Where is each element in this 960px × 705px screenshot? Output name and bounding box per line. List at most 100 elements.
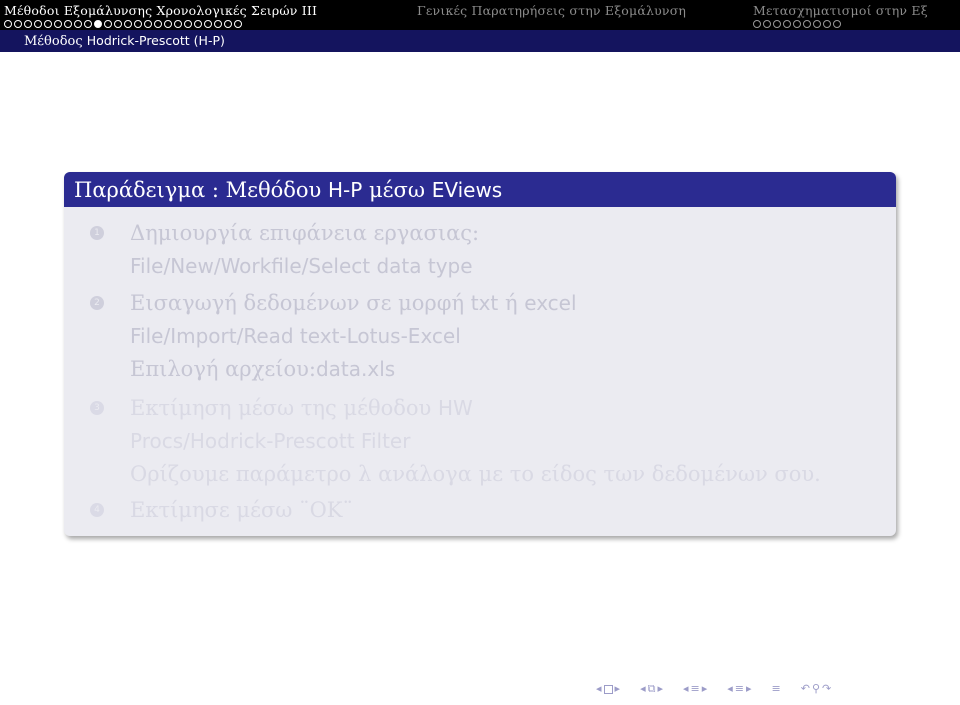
line-text-sans: txt [470, 291, 499, 315]
line-text-sans: excel [524, 291, 577, 315]
next-frame-icon[interactable]: ▸ [657, 682, 663, 696]
forward-icon[interactable]: ↷ [822, 682, 831, 696]
item-text: Εκτίμηση μέσω της μέθοδου HW Procs/Hodri… [130, 392, 821, 491]
prev-subsection-icon[interactable]: ◂ [683, 682, 689, 696]
item-line: Επιλογή αρχείου:data.xls [130, 353, 577, 386]
item-number-badge: 1 [90, 226, 104, 240]
section-link-general-remarks[interactable]: Γενικές Παρατηρήσεις στην Εξομάλυνση [417, 3, 686, 18]
frame-dots-section-3 [753, 18, 841, 30]
frame-dot[interactable] [64, 20, 72, 28]
frame-dot[interactable] [74, 20, 82, 28]
section-icon[interactable]: ≡ [735, 682, 744, 696]
frame-dot[interactable] [823, 20, 831, 28]
frame-dot[interactable] [54, 20, 62, 28]
subsection-icon[interactable]: ≡ [691, 682, 700, 696]
block-title-part3: μέσω [369, 178, 426, 202]
item-number-badge: 2 [90, 296, 104, 310]
frame-dot[interactable] [144, 20, 152, 28]
frame-dot[interactable] [214, 20, 222, 28]
item-line: Εκτίμησε μέσω ¨ΟΚ¨ [130, 494, 353, 527]
block-title: Παράδειγμα : Μεθόδου H-P μέσω EViews [64, 172, 896, 207]
slide-icon[interactable] [603, 684, 613, 694]
document-icon[interactable]: ≡ [772, 682, 781, 696]
item-text: Δημιουργία επιφάνεια εργασιας: File/New/… [130, 217, 479, 283]
line-text: Επιλογή αρχείου: [130, 357, 316, 381]
item-line: Δημιουργία επιφάνεια εργασιας: [130, 217, 479, 250]
frame-dot-current[interactable] [94, 20, 102, 28]
frame-dot[interactable] [14, 20, 22, 28]
frame-dot[interactable] [134, 20, 142, 28]
prev-section-icon[interactable]: ◂ [727, 682, 733, 696]
item-text: Εισαγωγή δεδομένων σε μορφή txt ή excel … [130, 287, 577, 386]
item-text: Εκτίμησε μέσω ¨ΟΚ¨ [130, 494, 353, 527]
block-title-part4: EViews [431, 178, 503, 202]
line-text: Εισαγωγή δεδομένων σε μορφή [130, 291, 465, 315]
subsection-title[interactable]: Μέθοδος Hodrick-Prescott (H-P) [24, 33, 225, 49]
section-link-smoothing-methods[interactable]: Μέθοδοι Εξομάλυνσης Χρονολογικές Σειρών … [4, 3, 317, 18]
frame-dot[interactable] [174, 20, 182, 28]
frame-nav: ◂ ⧉ ▸ [640, 682, 663, 696]
block-title-part1: Παράδειγμα : Μεθόδου [74, 178, 322, 202]
item-line: Procs/Hodrick-Prescott Filter [130, 425, 821, 458]
back-icon[interactable]: ↶ [801, 682, 810, 696]
frame-dot[interactable] [154, 20, 162, 28]
frame-dot[interactable] [164, 20, 172, 28]
frame-dot[interactable] [803, 20, 811, 28]
frame-dot[interactable] [34, 20, 42, 28]
next-subsection-icon[interactable]: ▸ [702, 682, 708, 696]
frame-dot[interactable] [104, 20, 112, 28]
item-line: Ορίζουμε παράμετρο λ ανάλογα με το είδος… [130, 458, 821, 491]
search-nav: ↶ ⚲ ↷ [801, 682, 832, 696]
frame-dot[interactable] [194, 20, 202, 28]
prev-slide-icon[interactable]: ◂ [596, 682, 602, 696]
next-slide-icon[interactable]: ▸ [615, 682, 621, 696]
frame-dot[interactable] [84, 20, 92, 28]
line-text: Εκτίμησε μέσω ¨ΟΚ¨ [130, 498, 353, 522]
item-line: Εκτίμηση μέσω της μέθοδου HW [130, 392, 821, 425]
subsection-prefix: Μέθοδος [24, 34, 83, 49]
prev-frame-icon[interactable]: ◂ [640, 682, 646, 696]
item-line: Εισαγωγή δεδομένων σε μορφή txt ή excel [130, 287, 577, 320]
search-icon[interactable]: ⚲ [812, 682, 820, 696]
subsection-nav: ◂ ≡ ▸ [683, 682, 707, 696]
frame-dot[interactable] [763, 20, 771, 28]
frame-dot[interactable] [124, 20, 132, 28]
example-block: Παράδειγμα : Μεθόδου H-P μέσω EViews 1 Δ… [64, 172, 896, 536]
frame-dot[interactable] [184, 20, 192, 28]
section-nav: ◂ ≡ ▸ [727, 682, 751, 696]
frame-dot[interactable] [793, 20, 801, 28]
block-title-part2: H-P [328, 178, 363, 202]
menu-path: File/New/Workfile/Select data type [130, 254, 473, 278]
frame-dot[interactable] [753, 20, 761, 28]
subsection-bar: Μέθοδος Hodrick-Prescott (H-P) [0, 30, 960, 52]
line-text-sans: HW [437, 396, 473, 420]
beamer-navigation-symbols: ◂ ▸ ◂ ⧉ ▸ ◂ ≡ ▸ ◂ ≡ ▸ ≡ ↶ ⚲ ↷ [596, 682, 831, 696]
item-line: File/New/Workfile/Select data type [130, 250, 479, 283]
file-name: data.xls [315, 357, 396, 381]
frame-dot[interactable] [833, 20, 841, 28]
menu-path: Procs/Hodrick-Prescott Filter [130, 429, 411, 453]
frame-dot[interactable] [204, 20, 212, 28]
menu-path: File/Import/Read text-Lotus-Excel [130, 324, 461, 348]
slide-nav: ◂ ▸ [596, 682, 620, 696]
frame-dot[interactable] [224, 20, 232, 28]
frame-dot[interactable] [234, 20, 242, 28]
section-navigation: Μέθοδοι Εξομάλυνσης Χρονολογικές Σειρών … [0, 0, 960, 18]
next-section-icon[interactable]: ▸ [746, 682, 752, 696]
frame-dot[interactable] [44, 20, 52, 28]
frame-dots-section-1 [4, 18, 242, 30]
line-text: ή [504, 291, 518, 315]
frame-dot[interactable] [24, 20, 32, 28]
frame-dot[interactable] [783, 20, 791, 28]
item-number-badge: 4 [90, 503, 104, 517]
frame-dot[interactable] [114, 20, 122, 28]
frame-icon[interactable]: ⧉ [648, 682, 656, 696]
section-link-transformations[interactable]: Μετασχηματισμοί στην Εξ [753, 3, 928, 18]
line-text: Εκτίμηση μέσω της μέθοδου [130, 396, 432, 420]
frame-dot[interactable] [813, 20, 821, 28]
item-number-badge: 3 [90, 401, 104, 415]
item-line: File/Import/Read text-Lotus-Excel [130, 320, 577, 353]
subsection-name: Hodrick-Prescott (H-P) [86, 33, 225, 48]
frame-dot[interactable] [773, 20, 781, 28]
frame-dot[interactable] [4, 20, 12, 28]
